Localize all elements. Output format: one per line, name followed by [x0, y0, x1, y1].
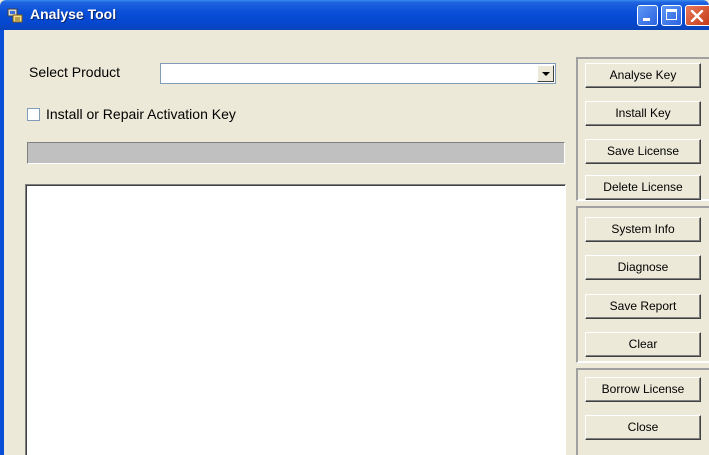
install-key-button[interactable]: Install Key — [585, 101, 701, 126]
install-repair-checkbox[interactable] — [27, 108, 40, 121]
minimize-icon — [643, 18, 650, 21]
analyse-key-button[interactable]: Analyse Key — [585, 63, 701, 88]
close-window-button[interactable] — [685, 5, 709, 26]
window-title: Analyse Tool — [30, 6, 117, 22]
minimize-button[interactable] — [637, 5, 658, 26]
clear-button[interactable]: Clear — [585, 332, 701, 357]
system-info-button[interactable]: System Info — [585, 217, 701, 242]
close-button[interactable]: Close — [585, 415, 701, 440]
borrow-license-button[interactable]: Borrow License — [585, 377, 701, 402]
diagnose-button[interactable]: Diagnose — [585, 255, 701, 280]
save-report-button[interactable]: Save Report — [585, 294, 701, 319]
save-license-button[interactable]: Save License — [585, 139, 701, 164]
progress-bar — [27, 142, 565, 164]
maximize-button[interactable] — [661, 5, 682, 26]
chevron-down-icon — [542, 72, 550, 76]
output-text-area[interactable] — [25, 184, 566, 455]
title-bar[interactable]: Analyse Tool — [0, 0, 709, 30]
select-product-label: Select Product — [29, 64, 121, 80]
analyse-tool-window: Analyse Tool Select Product Install or R… — [0, 0, 709, 455]
product-select[interactable] — [160, 63, 556, 84]
maximize-icon — [666, 9, 677, 20]
close-icon — [690, 10, 704, 22]
product-dropdown-button[interactable] — [537, 65, 554, 82]
window-left-border — [0, 30, 4, 455]
install-repair-label[interactable]: Install or Repair Activation Key — [46, 106, 236, 122]
delete-license-button[interactable]: Delete License — [585, 175, 701, 200]
app-icon — [7, 8, 23, 23]
